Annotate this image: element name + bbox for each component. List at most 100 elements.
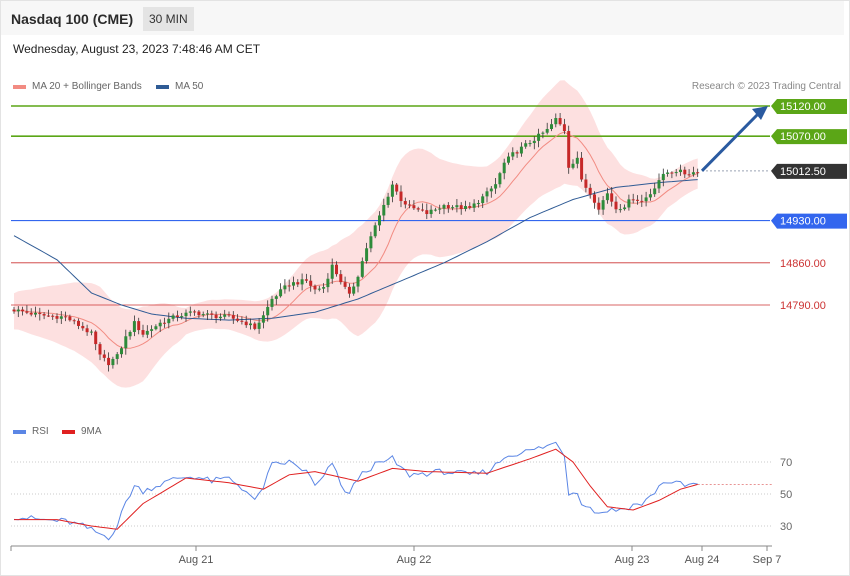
candle-body [283, 285, 287, 290]
candle-body [98, 344, 102, 355]
candle-body [528, 143, 532, 145]
candle-body [115, 354, 119, 359]
candle-body [309, 280, 313, 286]
candle-body [46, 315, 50, 317]
candle-body [214, 314, 218, 319]
candle-body [545, 128, 549, 133]
candle-body [433, 209, 437, 211]
candle-body [313, 285, 317, 290]
candle-body [77, 320, 80, 326]
price-label-text: 15120.00 [780, 101, 826, 113]
candle-body [335, 264, 338, 275]
candle-body [171, 315, 175, 319]
candle-body [296, 282, 300, 285]
candle-body [597, 202, 601, 210]
time-axis-label: Aug 21 [179, 554, 214, 566]
candle-body [158, 322, 162, 327]
candle-body [72, 320, 76, 322]
candle-body [468, 206, 472, 208]
candle-body [554, 118, 558, 125]
candle-body [666, 172, 670, 174]
candle-body [610, 193, 614, 202]
candle-body [270, 298, 274, 307]
candle-body [16, 309, 20, 312]
candle-body [322, 287, 326, 289]
candle-body [141, 330, 145, 335]
rsi-level-label: 50 [780, 489, 792, 501]
candle-body [623, 207, 627, 210]
candle-body [524, 143, 528, 147]
candle-body [571, 163, 575, 168]
candle-body [89, 331, 93, 333]
rsi-level-label: 70 [780, 457, 792, 469]
candle-body [674, 172, 678, 174]
candle-body [416, 208, 420, 210]
candle-body [292, 282, 295, 286]
candle-body [618, 209, 622, 211]
candle-body [373, 225, 377, 237]
candle-body [210, 313, 214, 315]
candle-body [515, 152, 519, 154]
candle-body [330, 264, 334, 279]
rsi-ma-line [14, 448, 698, 530]
candle-body [507, 156, 510, 163]
candle-body [459, 205, 463, 209]
candle-body [601, 200, 605, 210]
candle-body [343, 282, 347, 287]
candle-body [317, 288, 321, 290]
time-axis-label: Aug 23 [615, 554, 650, 566]
candle-body [369, 236, 373, 249]
candle-body [399, 191, 403, 202]
candle-body [511, 152, 515, 157]
price-level-label: 15120.00 [771, 99, 847, 114]
candle-body [593, 194, 596, 203]
candle-body [51, 315, 55, 317]
candle-body [111, 358, 115, 366]
candle-body [257, 322, 261, 329]
candle-body [584, 179, 588, 188]
candle-body [55, 316, 59, 319]
candle-body [498, 173, 502, 185]
price-label-text: 14790.00 [780, 300, 826, 312]
time-axis-label: Aug 22 [397, 554, 432, 566]
candle-body [193, 311, 197, 313]
candle-body [502, 162, 506, 174]
candle-body [489, 188, 493, 192]
candle-body [395, 184, 399, 192]
candle-body [244, 321, 248, 326]
price-level-label: 14930.00 [771, 213, 847, 229]
candle-body [356, 276, 360, 287]
candle-body [390, 184, 394, 197]
candle-body [201, 314, 205, 316]
candle-body [537, 133, 541, 141]
candle-body [687, 174, 691, 176]
candle-body [378, 215, 381, 226]
candle-body [588, 187, 592, 195]
candle-body [223, 314, 227, 317]
candle-body [442, 205, 446, 209]
candle-body [107, 357, 111, 366]
candle-body [494, 184, 498, 189]
candle-body [29, 312, 33, 315]
candle-body [12, 309, 16, 312]
price-label-text: 15012.50 [780, 166, 826, 178]
price-chart: 15120.00 15070.00 15012.50 14930.00 14860.00… [10, 80, 847, 566]
price-level-label: 14860.00 [780, 258, 826, 270]
candle-body [163, 322, 166, 324]
candle-body [438, 208, 442, 210]
time-axis-label: Aug 24 [685, 554, 720, 566]
candle-body [167, 318, 171, 324]
candle-body [644, 197, 648, 202]
candle-body [640, 200, 644, 202]
candle-body [300, 279, 304, 285]
candle-body [631, 199, 635, 201]
bollinger-band [14, 80, 698, 388]
candle-body [429, 209, 433, 215]
candle-body [304, 279, 308, 281]
candle-body [653, 188, 657, 195]
candle-body [412, 205, 416, 209]
candle-body [128, 331, 132, 337]
candle-body [25, 311, 29, 313]
candle-body [421, 209, 424, 211]
candle-body [339, 274, 343, 283]
